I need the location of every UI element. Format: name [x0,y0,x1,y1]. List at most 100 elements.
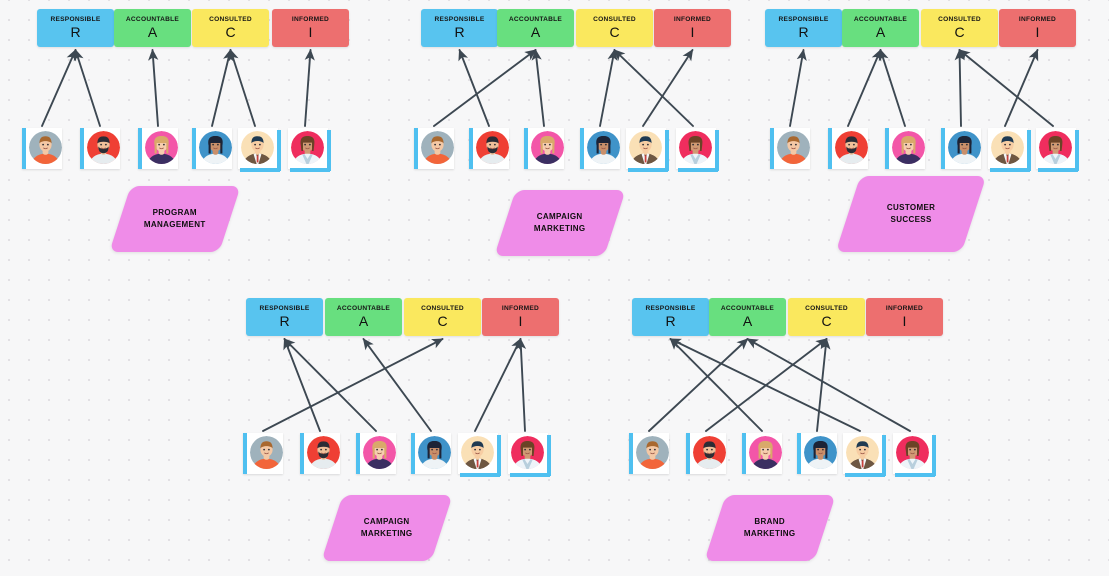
connector-arrow [669,338,861,432]
connector-arrow [262,338,444,432]
team-label-group-3[interactable]: CUSTOMER SUCCESS [835,176,987,252]
person-card[interactable] [414,128,454,169]
person-card[interactable] [138,128,178,169]
raci-box-c[interactable]: CONSULTED C [788,298,865,336]
raci-box-caption: ACCOUNTABLE [508,15,563,23]
card-accent-bar [414,128,418,169]
raci-box-a[interactable]: ACCOUNTABLE A [325,298,402,336]
team-label-text: BRAND MARKETING [744,516,796,541]
raci-box-c[interactable]: CONSULTED C [921,9,998,47]
raci-box-r[interactable]: RESPONSIBLE R [246,298,323,336]
raci-box-caption: INFORMED [291,15,330,23]
person-card[interactable] [22,128,62,169]
person-card[interactable] [941,128,981,169]
team-label-line1: PROGRAM [152,207,198,217]
person-card[interactable] [629,433,669,474]
raci-box-caption: RESPONSIBLE [50,15,101,23]
person-card[interactable] [80,128,120,169]
card-accent-bar [580,128,584,169]
team-label-group-2[interactable]: CAMPAIGN MARKETING [494,190,626,256]
card-accent-bar [80,128,84,169]
person-card[interactable] [770,128,810,169]
person-card[interactable] [508,433,551,477]
team-label-group-1[interactable]: PROGRAM MANAGEMENT [109,186,241,252]
team-label-group-4[interactable]: CAMPAIGN MARKETING [321,495,453,561]
person-card[interactable] [356,433,396,474]
person-card[interactable] [893,433,936,477]
person-card[interactable] [469,128,509,169]
raci-box-i[interactable]: INFORMED I [866,298,943,336]
person-card[interactable] [676,128,719,172]
person-card[interactable] [988,128,1031,172]
avatar [587,131,620,164]
connector-arrow [705,338,828,432]
raci-box-letter: A [530,24,541,41]
team-label-group-5[interactable]: BRAND MARKETING [704,495,836,561]
person-card[interactable] [192,128,232,169]
avatar [948,131,981,164]
raci-box-i[interactable]: INFORMED I [272,9,349,47]
card-accent-bar [770,128,774,169]
raci-box-caption: INFORMED [673,15,712,23]
connector-arrow [458,48,490,127]
card-accent-bar [686,433,690,474]
connector-arrow [304,48,315,127]
raci-box-caption: RESPONSIBLE [645,304,696,312]
raci-box-letter: C [609,24,620,41]
person-card[interactable] [828,128,868,169]
person-card[interactable] [288,128,331,172]
team-label-line1: CAMPAIGN [537,211,583,221]
raci-box-r[interactable]: RESPONSIBLE R [421,9,498,47]
raci-box-letter: I [308,24,313,41]
raci-box-i[interactable]: INFORMED I [999,9,1076,47]
person-card[interactable] [686,433,726,474]
avatar [511,436,544,469]
card-accent-bar [192,128,196,169]
card-accent-bar [678,168,718,172]
card-accent-bar [411,433,415,474]
raci-box-caption: CONSULTED [209,15,252,23]
card-accent-bar [845,473,885,477]
team-label-line2: MARKETING [744,529,796,538]
person-card[interactable] [797,433,837,474]
raci-box-r[interactable]: RESPONSIBLE R [632,298,709,336]
avatar [693,436,726,469]
person-card[interactable] [300,433,340,474]
person-card[interactable] [626,128,669,172]
raci-box-caption: CONSULTED [938,15,981,23]
card-accent-bar [243,433,247,474]
raci-box-c[interactable]: CONSULTED C [404,298,481,336]
raci-box-a[interactable]: ACCOUNTABLE A [114,9,191,47]
raci-box-r[interactable]: RESPONSIBLE R [765,9,842,47]
card-accent-bar [327,130,331,171]
raci-box-r[interactable]: RESPONSIBLE R [37,9,114,47]
raci-box-i[interactable]: INFORMED I [654,9,731,47]
card-accent-bar [138,128,142,169]
avatar [199,131,232,164]
person-card[interactable] [843,433,886,477]
avatar [846,436,879,469]
person-card[interactable] [411,433,451,474]
connector-arrow [648,338,749,432]
raci-box-a[interactable]: ACCOUNTABLE A [497,9,574,47]
person-card[interactable] [885,128,925,169]
raci-box-i[interactable]: INFORMED I [482,298,559,336]
person-card[interactable] [580,128,620,169]
person-card[interactable] [742,433,782,474]
raci-box-letter: I [518,313,523,330]
team-label-line2: MANAGEMENT [144,220,206,229]
raci-box-a[interactable]: ACCOUNTABLE A [709,298,786,336]
person-card[interactable] [458,433,501,477]
card-accent-bar [1038,168,1078,172]
person-card[interactable] [524,128,564,169]
person-card[interactable] [1036,128,1079,172]
avatar [250,436,283,469]
raci-box-c[interactable]: CONSULTED C [576,9,653,47]
avatar [363,436,396,469]
raci-box-a[interactable]: ACCOUNTABLE A [842,9,919,47]
avatar [629,131,662,164]
person-card[interactable] [238,128,281,172]
connector-arrow [789,48,807,127]
person-card[interactable] [243,433,283,474]
raci-box-c[interactable]: CONSULTED C [192,9,269,47]
